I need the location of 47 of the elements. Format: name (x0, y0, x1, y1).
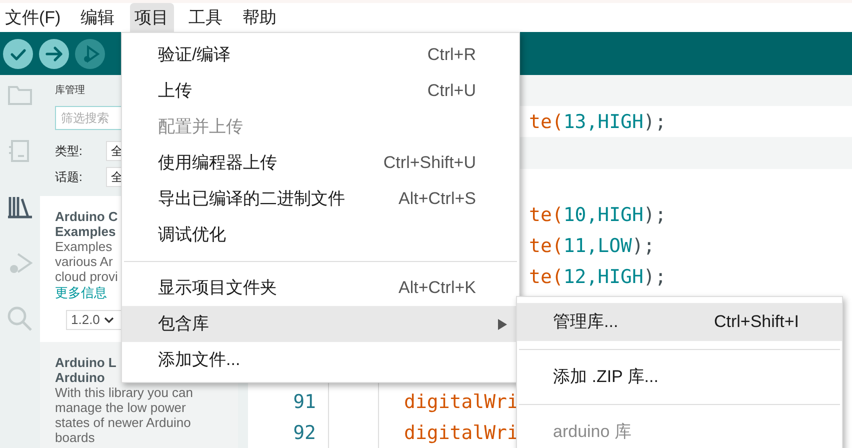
library-description: With this library you can (55, 385, 193, 400)
library-title: Arduino C (55, 209, 118, 224)
library-description: various Ar (55, 254, 113, 269)
menu-item[interactable]: 添加 .ZIP 库... (517, 358, 842, 396)
menu-item[interactable]: 调试优化 (122, 217, 519, 253)
menu-item[interactable]: 上传 Ctrl+U (122, 73, 519, 109)
code-text: digitalWri (404, 390, 518, 416)
menu-bar-item[interactable]: 工具 (184, 3, 228, 32)
menu-bar-item[interactable]: 文件(F) (0, 3, 66, 32)
library-description: boards (55, 430, 95, 445)
library-description: Examples (55, 239, 112, 254)
menu-bar-item[interactable]: 帮助 (238, 3, 282, 32)
search-icon[interactable] (6, 305, 34, 333)
submenu-arrow-icon (498, 318, 507, 330)
panel-title: 库管理 (55, 84, 85, 98)
shortcut-text: Alt+Ctrl+S (398, 188, 477, 210)
filter-label: 类型: (55, 143, 84, 160)
library-description: states of newer Arduino (55, 415, 191, 430)
library-title: Arduino L (55, 355, 116, 370)
line-number: 92 (293, 421, 316, 446)
menu-bar-item[interactable]: 项目 (130, 3, 174, 32)
menu-item[interactable]: 使用编程器上传 Ctrl+Shift+U (122, 145, 519, 181)
chevron-down-icon (104, 316, 114, 324)
shortcut-text: Ctrl+U (427, 80, 477, 102)
line-number: 91 (293, 390, 316, 416)
shortcut-text: Ctrl+Shift+I (714, 311, 800, 334)
library-title: Examples (55, 224, 116, 239)
code-text: te(11,LOW); (529, 234, 655, 260)
verify-button[interactable] (3, 38, 33, 68)
menu-item[interactable]: 导出已编译的二进制文件 Alt+Ctrl+S (122, 181, 519, 217)
library-description: manage the low power (55, 400, 186, 415)
menu-item[interactable]: 包含库 (122, 306, 519, 342)
library-description: cloud provi (55, 269, 118, 284)
menu-item[interactable]: 验证/编译 Ctrl+R (122, 37, 519, 73)
library-title: Arduino (55, 370, 105, 385)
code-text: te(13,HIGH); (529, 110, 666, 135)
menu-item[interactable]: 管理库... Ctrl+Shift+I (517, 303, 842, 341)
shortcut-text: Alt+Ctrl+K (398, 277, 477, 300)
code-text: te(12,HIGH); (529, 265, 666, 290)
upload-button[interactable] (39, 38, 69, 68)
menu-bar-item[interactable]: 编辑 (76, 3, 120, 32)
code-text: digitalWri (404, 421, 518, 446)
filter-label: 话题: (55, 169, 84, 186)
shortcut-text: Ctrl+Shift+U (383, 152, 477, 174)
shortcut-text: Ctrl+R (427, 44, 477, 66)
menu-item[interactable]: 显示项目文件夹 Alt+Ctrl+K (122, 270, 519, 306)
code-text: te(10,HIGH); (529, 203, 666, 228)
